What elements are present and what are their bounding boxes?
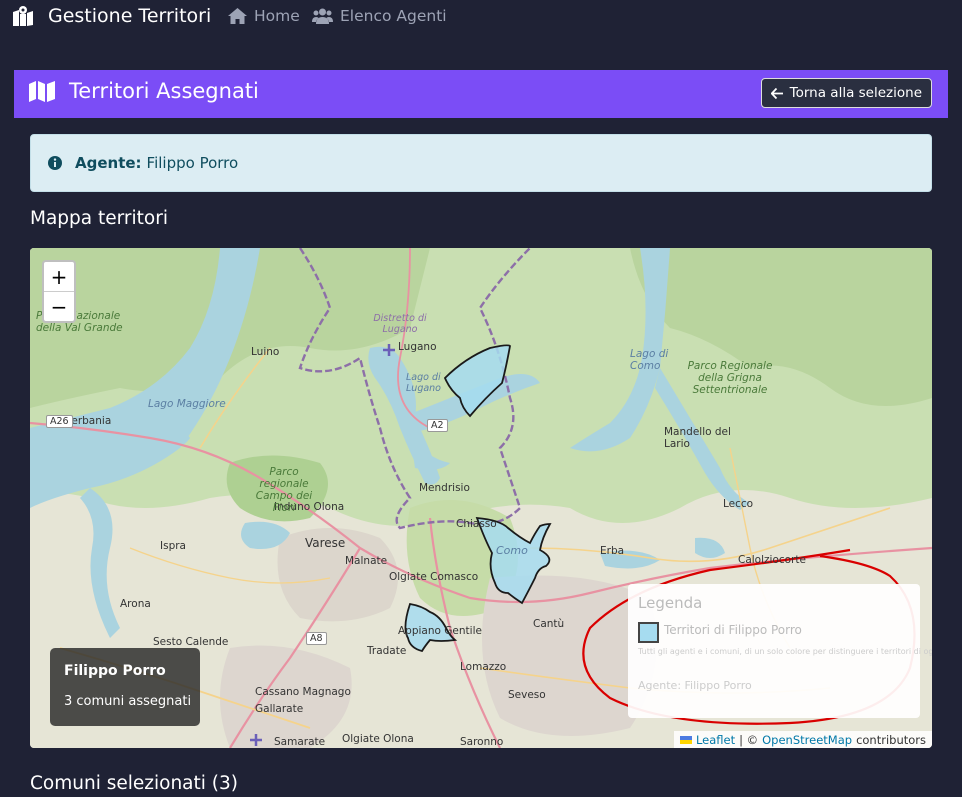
map-label-luino: Luino (251, 346, 280, 358)
nav-agents[interactable]: Elenco Agenti (312, 7, 447, 25)
map-label-appiano: Appiano Gentile (398, 625, 482, 637)
legend-swatch (638, 622, 659, 643)
map-marked-icon (13, 6, 33, 26)
map-label-lago-lugano: Lago di Lugano (406, 372, 441, 394)
page-title-text: Territori Assegnati (69, 79, 259, 103)
map-label-cassano: Cassano Magnago (255, 686, 351, 698)
map-label-campo-fiori: Parco regionale Campo dei Fiori (255, 466, 313, 514)
map-label-como: Como (496, 544, 528, 557)
map-label-lago-maggiore: Lago Maggiore (148, 398, 226, 410)
agent-name: Filippo Porro (146, 154, 239, 172)
map-label-saronno: Saronno (460, 736, 504, 748)
map-label-calolziocorte: Calolziocorte (738, 554, 806, 566)
agent-info-alert: Agente: Filippo Porro (30, 134, 932, 192)
map-label-gallarate: Gallarate (255, 703, 304, 715)
nav-home-label: Home (254, 7, 300, 25)
navbar: Gestione Territori Home Elenco Agenti (0, 0, 962, 36)
map-label-lago-como: Lago di Como (630, 348, 669, 372)
overlay-agent-name: Filippo Porro (64, 663, 166, 679)
territory-map[interactable]: Luino Lugano Distretto di Lugano Verbani… (30, 248, 932, 748)
road-shield-a8: A8 (306, 632, 327, 645)
map-label-lugano: Lugano (398, 341, 437, 353)
brand[interactable]: Gestione Territori (12, 5, 211, 27)
map-label-cantu: Cantù (533, 618, 565, 630)
map-label-sesto: Sesto Calende (153, 636, 229, 648)
map-label-distretto: Distretto di Lugano (373, 313, 427, 335)
legend-agent: Agente: Filippo Porro (638, 679, 752, 692)
home-icon (228, 8, 247, 24)
arrow-left-icon (770, 87, 783, 99)
attribution-separator: | © (739, 732, 759, 747)
brand-title: Gestione Territori (48, 5, 212, 27)
map-label-mandello: Mandello del Lario (664, 426, 731, 450)
map-icon (29, 81, 55, 102)
map-label-tradate: Tradate (367, 645, 407, 657)
legend-title: Legenda (638, 594, 703, 612)
map-label-erba: Erba (600, 545, 625, 557)
osm-link[interactable]: OpenStreetMap (762, 733, 852, 747)
agent-info-overlay: Filippo Porro 3 comuni assegnati (50, 648, 200, 726)
map-label-arona: Arona (120, 598, 151, 610)
map-label-chiasso: Chiasso (456, 518, 497, 530)
page-header: Territori Assegnati Torna alla selezione (14, 70, 948, 118)
map-section-title: Mappa territori (30, 208, 168, 229)
zoom-out-button[interactable]: − (44, 292, 74, 321)
map-legend: Legenda Territori di Filippo Porro Tutti… (628, 584, 932, 718)
road-shield-a26: A26 (46, 415, 73, 428)
nav-home[interactable]: Home (228, 7, 300, 25)
map-label-malnate: Malnate (345, 555, 388, 567)
page-title: Territori Assegnati (29, 79, 259, 103)
map-label-lecco: Lecco (723, 498, 754, 510)
map-attribution: Leaflet | © OpenStreetMap contributors (673, 731, 932, 748)
map-label-olgiate-comasco: Olgiate Comasco (389, 571, 479, 583)
map-label-lomazzo: Lomazzo (460, 661, 507, 673)
map-label-ispra: Ispra (160, 540, 186, 552)
map-label-olgiate-olona: Olgiate Olona (342, 733, 414, 745)
back-to-selection-button[interactable]: Torna alla selezione (760, 78, 932, 108)
map-label-seveso: Seveso (508, 689, 546, 701)
selected-comuni-title: Comuni selezionati (3) (30, 773, 238, 794)
agent-label: Agente: (75, 154, 142, 172)
legend-item-label: Territori di Filippo Porro (664, 623, 802, 637)
map-label-grigna: Parco Regionale della Grigna Settentrion… (687, 360, 773, 396)
map-label-mendrisio: Mendrisio (419, 482, 470, 494)
zoom-in-button[interactable]: + (44, 262, 74, 292)
users-icon (312, 8, 333, 24)
overlay-comuni-count: 3 comuni assegnati (64, 694, 192, 709)
zoom-control: + − (42, 260, 76, 323)
info-circle-icon (47, 155, 63, 171)
map-label-samarate: Samarate (274, 736, 326, 748)
road-shield-a2: A2 (427, 419, 448, 432)
leaflet-link[interactable]: Leaflet (696, 733, 735, 747)
attribution-suffix: contributors (856, 732, 926, 747)
nav-agents-label: Elenco Agenti (340, 7, 447, 25)
map-label-varese: Varese (305, 536, 346, 550)
ukraine-flag-icon (679, 735, 692, 744)
back-button-label: Torna alla selezione (789, 85, 922, 101)
legend-note: Tutti gli agenti e i comuni, di un solo … (638, 647, 932, 656)
